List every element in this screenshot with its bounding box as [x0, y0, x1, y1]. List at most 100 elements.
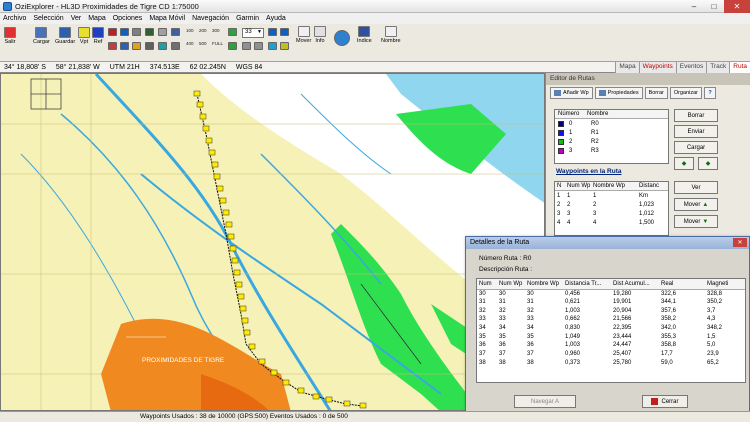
move-up-button[interactable]: Mover ▲ [674, 198, 718, 211]
close-button[interactable]: ✕ [724, 0, 750, 13]
table-row[interactable]: 33 33 33 0,662 21,566 358,2 4,3 [477, 315, 745, 324]
vpt-icon [78, 27, 90, 38]
zoom-400[interactable]: 400 [186, 41, 194, 46]
dialog-title: Detalles de la Ruta [470, 239, 530, 246]
grid-icon[interactable] [158, 28, 167, 36]
menu-opciones[interactable]: Opciones [113, 15, 143, 22]
tab-track[interactable]: Track [706, 62, 730, 73]
menu-navegacion[interactable]: Navegación [192, 15, 229, 22]
gps-icon[interactable] [108, 42, 117, 50]
table-row[interactable]: 35 35 35 1,049 23,444 355,3 1,5 [477, 332, 745, 341]
route-list-item[interactable]: 3 R3 [555, 146, 668, 155]
menu-archivo[interactable]: Archivo [3, 15, 26, 22]
zoom-full[interactable]: FULL [212, 41, 223, 46]
sun-icon[interactable] [280, 42, 289, 50]
load-button[interactable]: Cargar [33, 27, 50, 45]
ref-button[interactable]: Ref [92, 27, 104, 45]
menu-ayuda[interactable]: Ayuda [266, 15, 286, 22]
tab-waypoints[interactable]: Waypoints [638, 62, 676, 73]
tab-ruta[interactable]: Ruta [729, 62, 750, 73]
help-button[interactable]: ? [704, 87, 717, 99]
menu-ver[interactable]: Ver [71, 15, 82, 22]
wifi-icon[interactable] [268, 42, 277, 50]
navigation-pad-icon[interactable] [334, 30, 350, 46]
layer-icon[interactable] [171, 28, 180, 36]
menu-garmin[interactable]: Garmin [236, 15, 259, 22]
menu-mapa[interactable]: Mapa [88, 15, 106, 22]
print-icon[interactable] [171, 42, 180, 50]
table-row[interactable]: 38 38 38 0,373 25,780 59,0 65,2 [477, 359, 745, 368]
menu-mapa-movil[interactable]: Mapa Móvil [149, 15, 185, 22]
dialog-close-button[interactable]: Cerrar [642, 395, 688, 408]
route-list[interactable]: Número Nombre 0 R0 1 R1 2 R2 3 R3 [554, 109, 669, 164]
table-row[interactable]: 30 30 30 0,456 19,280 322,6 328,8 [477, 289, 745, 298]
waypoint-list-item[interactable]: 4 4 4 1,500 [555, 218, 668, 227]
view-waypoint-button[interactable]: Ver [674, 181, 718, 194]
dialog-close-icon[interactable]: ✕ [733, 238, 747, 247]
tab-eventos[interactable]: Eventos [675, 62, 707, 73]
dialog-title-bar: Detalles de la Ruta ✕ [466, 237, 749, 249]
maximize-button[interactable]: □ [704, 0, 724, 13]
comment-icon[interactable] [254, 42, 263, 50]
minimize-button[interactable]: – [684, 0, 704, 13]
properties-icon[interactable] [132, 42, 141, 50]
name-button[interactable]: Nombre [381, 26, 401, 44]
table-row[interactable]: 37 37 37 0,960 25,407 17,7 23,9 [477, 350, 745, 359]
waypoint-list-item[interactable]: 1 1 1 Km [555, 191, 668, 200]
easting-readout: 374.513E [149, 63, 180, 71]
name-search-icon[interactable] [120, 42, 129, 50]
menu-seleccion[interactable]: Selección [33, 15, 63, 22]
vpt-button[interactable]: Vpt [78, 27, 90, 45]
delete-tab[interactable]: Borrar [644, 87, 668, 99]
arrow-left-icon[interactable]: ◆ [674, 157, 694, 170]
zoom-select[interactable]: 33 ▼ [242, 28, 264, 38]
utm-zone-readout: UTM 21H [109, 63, 140, 71]
exit-button[interactable]: Salir [4, 27, 16, 45]
arrow-right-icon[interactable]: ◆ [698, 157, 718, 170]
ref-icon [92, 27, 104, 38]
waypoint-icon[interactable] [108, 28, 117, 36]
table-row[interactable]: 34 34 34 0,830 22,395 342,0 348,2 [477, 324, 745, 333]
table-row[interactable]: 32 32 32 1,003 20,904 357,6 3,7 [477, 306, 745, 315]
tab-mapa[interactable]: Mapa [615, 62, 639, 73]
route-list-item[interactable]: 0 R0 [555, 119, 668, 128]
measure-icon[interactable] [145, 42, 154, 50]
zoom-500[interactable]: 500 [199, 41, 207, 46]
zoom-200[interactable]: 200 [199, 28, 207, 33]
index-button[interactable]: Indice [357, 26, 372, 44]
arrow-down-icon[interactable] [280, 28, 289, 36]
properties-tab[interactable]: Propiedades [594, 87, 643, 99]
route-details-table[interactable]: Num Num Wp Nombre Wp Distancia Tr... Dis… [476, 278, 746, 383]
delete-route-button[interactable]: Borrar [674, 109, 718, 122]
route-icon[interactable] [132, 28, 141, 36]
moving-map-icon[interactable] [158, 42, 167, 50]
route-description-label: Descripción Ruta : [479, 266, 533, 273]
route-waypoint-list[interactable]: N Num Wp Nombre Wp Distanc 1 1 1 Km 2 2 … [554, 181, 669, 236]
load-route-button[interactable]: Cargar [674, 141, 718, 154]
zoom-300[interactable]: 300 [212, 28, 220, 33]
route-list-item[interactable]: 2 R2 [555, 137, 668, 146]
route-list-item[interactable]: 1 R1 [555, 128, 668, 137]
arrow-up-icon[interactable] [268, 28, 277, 36]
organize-tab[interactable]: Organizar [669, 87, 703, 99]
track-icon[interactable] [120, 28, 129, 36]
table-row[interactable]: 31 31 31 0,621 19,901 344,1 350,2 [477, 298, 745, 307]
zoom-100[interactable]: 100 [186, 28, 194, 33]
move-down-button[interactable]: Mover ▼ [674, 215, 718, 228]
table-row[interactable]: 36 36 36 1,003 24,447 358,8 5,0 [477, 341, 745, 350]
event-icon[interactable] [145, 28, 154, 36]
zoom-out-icon[interactable] [228, 42, 237, 50]
zoom-in-icon[interactable] [228, 28, 237, 36]
layer-toggle-icon[interactable] [242, 42, 251, 50]
status-bar: Waypoints Usados : 38 de 10000 (GPS:500)… [0, 411, 750, 422]
map-canvas[interactable]: PROXIMIDADES DE TIGRE [0, 73, 545, 411]
add-waypoint-tab[interactable]: Añadir Wp [550, 87, 593, 99]
send-route-button[interactable]: Enviar [674, 125, 718, 138]
move-button[interactable]: Mover [296, 26, 311, 44]
route-details-dialog: Detalles de la Ruta ✕ Número Ruta : R0 D… [465, 236, 750, 412]
waypoint-list-item[interactable]: 2 2 2 1,023 [555, 200, 668, 209]
navigate-to-button[interactable]: Navegar A [514, 395, 576, 408]
waypoint-list-item[interactable]: 3 3 3 1,012 [555, 209, 668, 218]
save-button[interactable]: Guardar [55, 27, 75, 45]
info-button[interactable]: Info [314, 26, 326, 44]
